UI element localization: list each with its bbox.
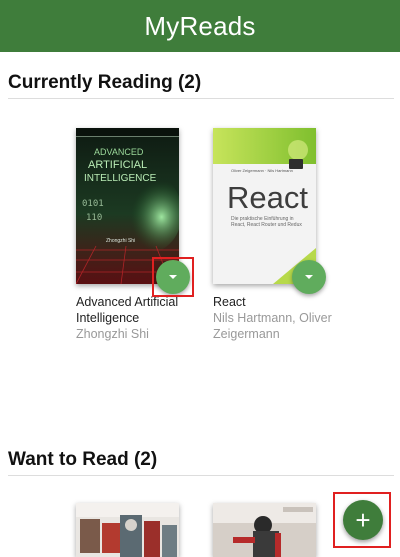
cover-subtitle: Die praktische Einführung in React, Reac…: [231, 216, 302, 228]
book-cover[interactable]: [76, 503, 179, 557]
book-author-line: Nils Hartmann, Oliver: [213, 311, 332, 325]
app-title: MyReads: [144, 10, 256, 41]
caret-down-icon: [305, 275, 313, 279]
cover-authors-small: Oliver Zeigermann · Nils Hartmann: [231, 168, 293, 173]
cover-title-line: ADVANCED: [94, 147, 144, 157]
shelf-title-currently-reading: Currently Reading (2): [8, 72, 202, 93]
book-author-line: Zeigermann: [213, 327, 280, 341]
book-item: [76, 503, 196, 557]
svg-text:0101: 0101: [82, 199, 104, 209]
highlight-box: [333, 492, 391, 548]
book-cover[interactable]: [213, 503, 316, 557]
book-item: Oliver Zeigermann · Nils Hartmann React …: [213, 128, 333, 348]
book-title-line: Intelligence: [76, 311, 140, 325]
book-title: Advanced Artificial Intelligence: [76, 294, 196, 326]
book-item: 0101 110 ADVANCED ARTIFICIAL INTELLIGENC…: [76, 128, 196, 348]
book-cover[interactable]: Oliver Zeigermann · Nils Hartmann React …: [213, 128, 316, 284]
shelf-divider: [8, 475, 394, 476]
highlight-box: [152, 257, 194, 297]
shelf-title-want-to-read: Want to Read (2): [8, 449, 158, 470]
shelf-changer-button[interactable]: [292, 260, 326, 294]
book-cover-image-robots: [76, 503, 179, 557]
cover-heading: React: [227, 180, 308, 215]
book-authors: Nils Hartmann, Oliver Zeigermann: [213, 310, 333, 342]
svg-text:110: 110: [86, 213, 102, 223]
book-title-line: React: [213, 295, 246, 309]
book-item: [213, 503, 333, 557]
shelf-divider: [8, 98, 394, 99]
book-cover-image-figure: [213, 503, 316, 557]
cover-title-line: ARTIFICIAL: [88, 159, 147, 171]
app-header: MyReads: [0, 0, 400, 52]
book-title: React: [213, 294, 333, 310]
cover-author: Zhongzhi Shi: [106, 238, 135, 244]
book-authors: Zhongzhi Shi: [76, 326, 196, 342]
book-cover-image-react: Oliver Zeigermann · Nils Hartmann React …: [213, 128, 316, 284]
cover-title-line: INTELLIGENCE: [84, 173, 157, 184]
book-author-line: Zhongzhi Shi: [76, 327, 149, 341]
